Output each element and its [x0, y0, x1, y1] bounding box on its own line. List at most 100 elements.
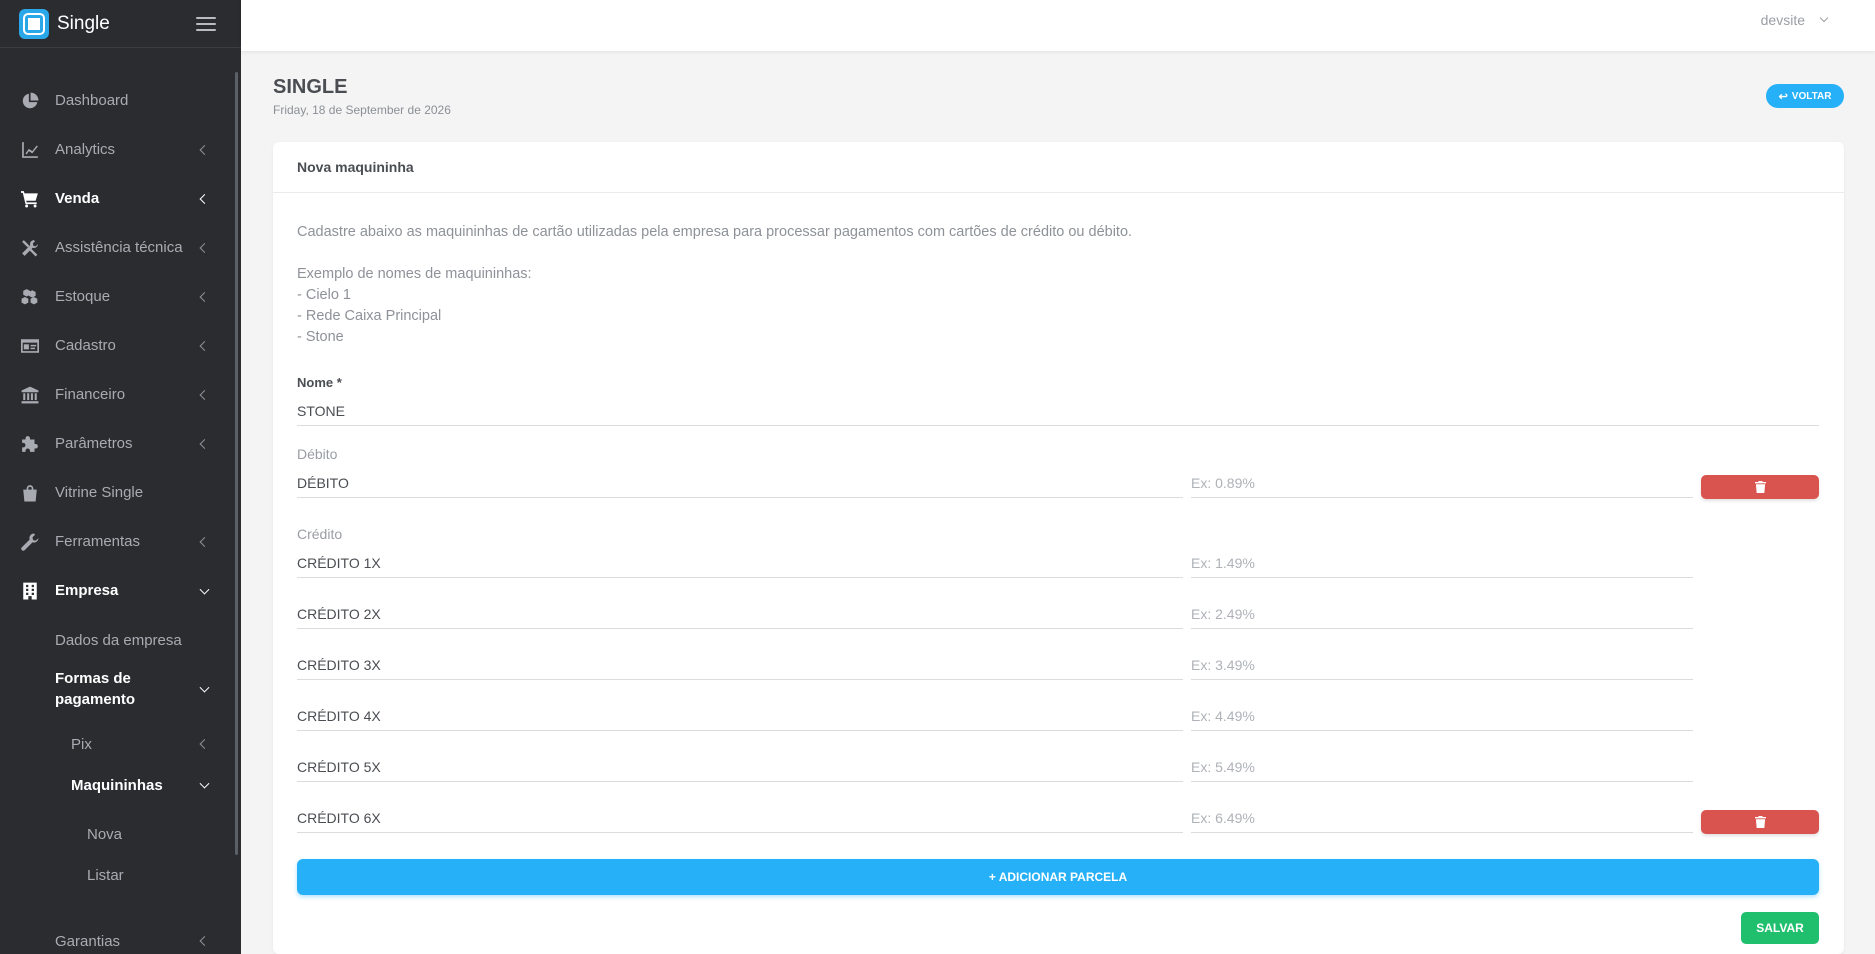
sidebar-item-garantias[interactable]: Garantias [0, 921, 236, 954]
puzzle-icon [21, 435, 39, 453]
debit-label: Débito [297, 446, 338, 462]
sidebar-item-label: pagamento [55, 691, 136, 708]
credit-name-field[interactable] [297, 599, 1183, 629]
credit-name-field[interactable] [297, 752, 1183, 782]
sidebar-item-label: Assistência técnica [55, 239, 183, 256]
credit-name-input[interactable] [297, 758, 1183, 775]
name-field[interactable] [297, 396, 1819, 426]
chevron-left-icon [199, 739, 210, 749]
credit-rate-field[interactable] [1191, 548, 1693, 578]
sidebar-item-label: Empresa [55, 582, 119, 599]
card-description: Cadastre abaixo as maquininhas de cartão… [297, 222, 1132, 348]
id-card-icon [21, 337, 39, 355]
sidebar-item-listar[interactable]: Listar [0, 855, 236, 895]
credit-rate-input[interactable] [1191, 758, 1693, 775]
credit-rate-input[interactable] [1191, 656, 1693, 673]
credit-rate-input[interactable] [1191, 554, 1693, 571]
credit-name-field[interactable] [297, 650, 1183, 680]
sidebar-item-label: Formas de [55, 670, 131, 687]
credit-name-field[interactable] [297, 548, 1183, 578]
sidebar-item-label: Dashboard [55, 92, 129, 109]
sidebar-item-formas-pagamento[interactable]: Formas de pagamento [0, 661, 236, 717]
line-chart-icon [21, 141, 39, 159]
sidebar-item-label: Ferramentas [55, 533, 141, 550]
credit-name-input[interactable] [297, 554, 1183, 571]
trash-icon [1754, 481, 1766, 493]
add-installment-button[interactable]: + ADICIONAR PARCELA [297, 859, 1819, 895]
wrench-icon [21, 533, 39, 551]
sidebar-menu: Dashboard Analytics Venda Assistência té… [0, 76, 236, 954]
page-title: SINGLE [273, 76, 348, 98]
credit-name-input[interactable] [297, 656, 1183, 673]
credit-rate-field[interactable] [1191, 701, 1693, 731]
boxes-icon [21, 288, 39, 306]
save-button[interactable]: SALVAR [1741, 912, 1819, 944]
chevron-left-icon [199, 389, 210, 400]
sidebar-item-dashboard[interactable]: Dashboard [0, 76, 236, 125]
sidebar-item-analytics[interactable]: Analytics [0, 125, 236, 174]
user-name: devsite [1760, 12, 1805, 28]
debit-rate-field[interactable] [1191, 468, 1693, 498]
name-input[interactable] [297, 402, 1819, 419]
return-arrow-icon: ↩ [1778, 90, 1788, 103]
sidebar-item-empresa[interactable]: Empresa [0, 566, 236, 615]
sidebar-item-label: Financeiro [55, 386, 126, 403]
example-item: - Cielo 1 [297, 287, 351, 303]
chevron-down-icon [1819, 13, 1829, 23]
bag-icon [21, 484, 39, 502]
debit-rate-input[interactable] [1191, 474, 1693, 491]
delete-debit-button[interactable] [1701, 475, 1819, 499]
sidebar-item-ferramentas[interactable]: Ferramentas [0, 517, 236, 566]
back-button[interactable]: ↩ VOLTAR [1766, 84, 1844, 108]
cart-icon [21, 190, 39, 208]
credit-rate-input[interactable] [1191, 809, 1693, 826]
brand: Single [0, 0, 241, 48]
example-item: - Rede Caixa Principal [297, 308, 442, 324]
sidebar-item-venda[interactable]: Venda [0, 174, 236, 223]
sidebar-item-parametros[interactable]: Parâmetros [0, 419, 236, 468]
credit-rate-input[interactable] [1191, 605, 1693, 622]
debit-name-field[interactable] [297, 468, 1183, 498]
sidebar-item-label: Vitrine Single [55, 484, 144, 501]
topbar: devsite [241, 0, 1875, 51]
sidebar-item-label: Nova [87, 825, 123, 843]
sidebar-item-label: Venda [55, 190, 100, 207]
debit-name-input[interactable] [297, 474, 1183, 491]
sidebar-item-cadastro[interactable]: Cadastro [0, 321, 236, 370]
user-menu[interactable]: devsite [1760, 12, 1829, 28]
sidebar-item-label: Maquininhas [71, 776, 163, 794]
credit-rate-field[interactable] [1191, 803, 1693, 833]
credit-name-input[interactable] [297, 809, 1183, 826]
form-card: Nova maquininha Cadastre abaixo as maqui… [273, 142, 1844, 954]
sidebar-item-maquininhas[interactable]: Maquininhas [0, 765, 236, 805]
credit-name-field[interactable] [297, 803, 1183, 833]
building-icon [21, 582, 39, 600]
sidebar-item-estoque[interactable]: Estoque [0, 272, 236, 321]
credit-label: Crédito [297, 526, 343, 542]
chevron-left-icon [199, 144, 210, 155]
delete-credit-button[interactable] [1701, 810, 1819, 834]
chevron-left-icon [199, 340, 210, 351]
chevron-down-icon [199, 584, 210, 595]
app-name: Single [57, 12, 110, 34]
chevron-left-icon [199, 291, 210, 302]
credit-name-field[interactable] [297, 701, 1183, 731]
credit-name-input[interactable] [297, 707, 1183, 724]
chevron-down-icon [199, 778, 210, 789]
credit-rate-input[interactable] [1191, 707, 1693, 724]
sidebar-item-assistencia[interactable]: Assistência técnica [0, 223, 236, 272]
sidebar-item-pix[interactable]: Pix [0, 723, 236, 765]
credit-rate-field[interactable] [1191, 650, 1693, 680]
credit-rate-field[interactable] [1191, 752, 1693, 782]
page-date: Friday, 18 de September de 2026 [273, 103, 451, 117]
sidebar-item-financeiro[interactable]: Financeiro [0, 370, 236, 419]
sidebar-item-label: Parâmetros [55, 435, 133, 452]
credit-rate-field[interactable] [1191, 599, 1693, 629]
sidebar-item-vitrine[interactable]: Vitrine Single [0, 468, 236, 517]
sidebar-item-nova[interactable]: Nova [0, 813, 236, 855]
name-label: Nome * [297, 375, 342, 390]
menu-toggle-icon[interactable] [196, 16, 216, 31]
credit-name-input[interactable] [297, 605, 1183, 622]
tools-icon [21, 239, 39, 257]
sidebar-item-dados-empresa[interactable]: Dados da empresa [0, 619, 236, 661]
